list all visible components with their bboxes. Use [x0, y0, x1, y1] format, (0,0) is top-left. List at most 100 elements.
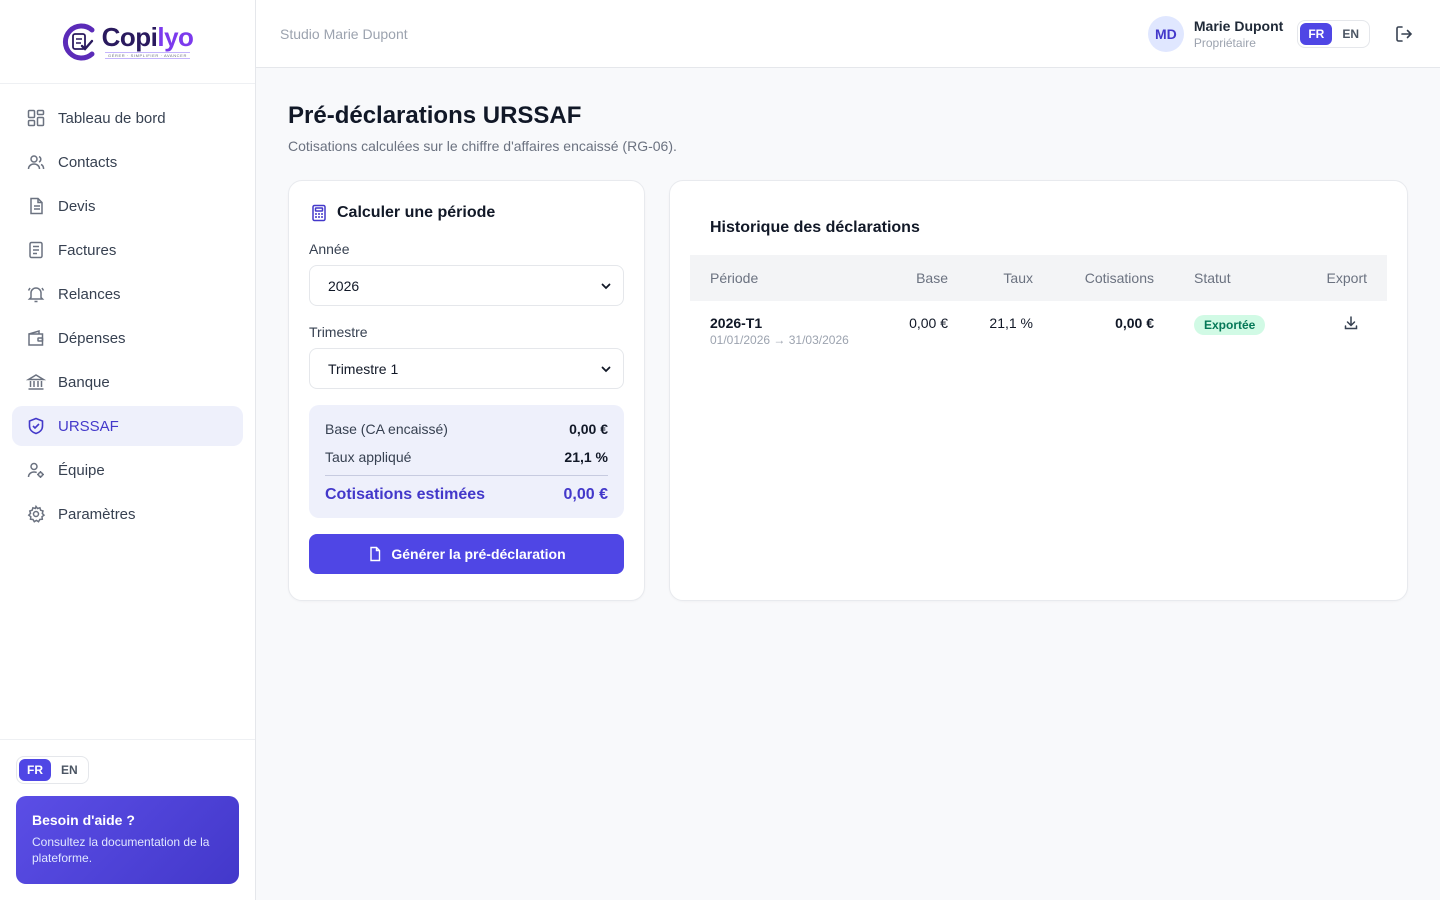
- logout-icon[interactable]: [1392, 22, 1416, 46]
- history-title: Historique des déclarations: [710, 219, 920, 236]
- document-icon: [26, 196, 46, 216]
- calculator-icon: [309, 203, 329, 223]
- top-header: Studio Marie Dupont MD Marie Dupont Prop…: [256, 0, 1440, 68]
- bank-icon: [26, 372, 46, 392]
- col-period: Période: [710, 270, 759, 286]
- sidebar-item-label: Devis: [58, 197, 96, 215]
- sidebar-item-label: Banque: [58, 373, 110, 391]
- shield-icon: [26, 416, 46, 436]
- sidebar-item-parametres[interactable]: Paramètres: [12, 494, 243, 534]
- base-value: 0,00 €: [569, 421, 608, 437]
- calculate-period-card: Calculer une période Année 2026 Trimestr…: [288, 180, 645, 601]
- generate-button-label: Générer la pré-déclaration: [391, 546, 566, 562]
- col-export: Export: [1326, 270, 1367, 286]
- base-row: Base (CA encaissé) 0,00 €: [325, 419, 608, 439]
- generate-declaration-button[interactable]: Générer la pré-déclaration: [309, 534, 624, 574]
- users-icon: [26, 152, 46, 172]
- sidebar-item-dashboard[interactable]: Tableau de bord: [12, 98, 243, 138]
- period-code: 2026-T1: [710, 315, 763, 331]
- calculate-card-title: Calculer une période: [309, 203, 624, 223]
- chevron-down-icon: [599, 279, 613, 293]
- help-title: Besoin d'aide ?: [32, 812, 135, 828]
- header-lang-en-button[interactable]: EN: [1334, 23, 1367, 45]
- total-value: 0,00 €: [563, 486, 608, 503]
- sidebar-item-devis[interactable]: Devis: [12, 186, 243, 226]
- logo-area: Copilyo GÉRER · SIMPLIFIER · AVANCER: [0, 0, 255, 84]
- bell-icon: [26, 284, 46, 304]
- quarter-label: Trimestre: [309, 324, 368, 340]
- table-header-row: Période Base Taux Cotisations Statut Exp…: [690, 255, 1387, 301]
- sidebar-lang-en-button[interactable]: EN: [53, 759, 86, 781]
- year-label: Année: [309, 241, 350, 257]
- sidebar-item-relances[interactable]: Relances: [12, 274, 243, 314]
- sidebar-footer: FR EN Besoin d'aide ? Consultez la docum…: [0, 739, 255, 900]
- brand-name-part2: lyo: [157, 22, 194, 52]
- sidebar-language-switch: FR EN: [16, 756, 89, 784]
- cell-rate: 21,1 %: [989, 315, 1033, 331]
- page-subtitle: Cotisations calculées sur le chiffre d'a…: [288, 138, 677, 154]
- sidebar-item-label: Paramètres: [58, 505, 136, 523]
- invoice-icon: [26, 240, 46, 260]
- sidebar-item-label: Contacts: [58, 153, 118, 171]
- header-lang-fr-button[interactable]: FR: [1300, 22, 1333, 45]
- brand-name-part1: Copi: [101, 22, 158, 52]
- chevron-down-icon: [599, 362, 613, 376]
- year-select[interactable]: 2026: [309, 265, 624, 306]
- brand-tagline: GÉRER · SIMPLIFIER · AVANCER: [105, 52, 190, 59]
- col-rate: Taux: [1003, 270, 1033, 286]
- col-status: Statut: [1194, 270, 1231, 286]
- logo-mark-icon: [62, 22, 98, 62]
- header-language-switch: FR EN: [1297, 19, 1370, 48]
- wallet-icon: [26, 328, 46, 348]
- user-info: Marie Dupont Propriétaire: [1194, 17, 1283, 51]
- user-cog-icon: [26, 460, 46, 480]
- history-table: Période Base Taux Cotisations Statut Exp…: [690, 255, 1387, 347]
- year-select-value: 2026: [328, 277, 360, 294]
- base-label: Base (CA encaissé): [325, 421, 448, 437]
- col-contributions: Cotisations: [1084, 270, 1154, 286]
- sidebar-item-contacts[interactable]: Contacts: [12, 142, 243, 182]
- logo[interactable]: Copilyo GÉRER · SIMPLIFIER · AVANCER: [62, 22, 194, 62]
- settings-icon: [26, 504, 46, 524]
- period-range: 01/01/2026 → 31/03/2026: [710, 333, 849, 347]
- user-role: Propriétaire: [1193, 35, 1256, 50]
- cell-period: 2026-T1 01/01/2026 → 31/03/2026: [690, 301, 870, 347]
- sidebar-item-label: URSSAF: [58, 417, 119, 435]
- estimate-summary: Base (CA encaissé) 0,00 € Taux appliqué …: [309, 405, 624, 518]
- sidebar-item-label: Factures: [58, 241, 117, 259]
- quarter-select-value: Trimestre 1: [328, 360, 399, 377]
- user-name: Marie Dupont: [1193, 17, 1284, 34]
- quarter-select[interactable]: Trimestre 1: [309, 348, 624, 389]
- sidebar-item-factures[interactable]: Factures: [12, 230, 243, 270]
- help-card[interactable]: Besoin d'aide ? Consultez la documentati…: [16, 796, 239, 884]
- sidebar-lang-fr-button[interactable]: FR: [19, 759, 51, 781]
- sidebar-item-label: Équipe: [58, 461, 105, 479]
- sidebar-item-depenses[interactable]: Dépenses: [12, 318, 243, 358]
- download-icon[interactable]: [1343, 315, 1359, 331]
- sidebar-item-label: Relances: [58, 285, 121, 303]
- help-text: Consultez la documentation de la platefo…: [32, 835, 210, 865]
- cell-status: Exportée: [1174, 301, 1295, 347]
- cell-contributions: 0,00 €: [1115, 315, 1154, 331]
- total-row: Cotisations estimées 0,00 €: [325, 475, 608, 504]
- rate-value: 21,1 %: [564, 449, 608, 465]
- grid-icon: [26, 108, 46, 128]
- rate-label: Taux appliqué: [325, 449, 412, 465]
- file-icon: [367, 546, 383, 562]
- page-title: Pré-déclarations URSSAF: [288, 102, 582, 129]
- sidebar-item-equipe[interactable]: Équipe: [12, 450, 243, 490]
- avatar[interactable]: MD: [1147, 15, 1184, 52]
- cell-base: 0,00 €: [909, 315, 948, 331]
- sidebar-nav: Tableau de bord Contacts Devis Factures …: [0, 84, 255, 552]
- table-row: 2026-T1 01/01/2026 → 31/03/2026 0,00 € 2…: [690, 301, 1387, 347]
- rate-row: Taux appliqué 21,1 %: [325, 447, 608, 467]
- sidebar: Copilyo GÉRER · SIMPLIFIER · AVANCER Tab…: [0, 0, 256, 900]
- status-badge: Exportée: [1194, 315, 1266, 335]
- sidebar-item-banque[interactable]: Banque: [12, 362, 243, 402]
- sidebar-item-label: Tableau de bord: [58, 109, 166, 127]
- sidebar-item-urssaf[interactable]: URSSAF: [12, 406, 243, 446]
- sidebar-item-label: Dépenses: [58, 329, 126, 347]
- studio-name: Studio Marie Dupont: [280, 25, 408, 42]
- main-content: Pré-déclarations URSSAF Cotisations calc…: [288, 100, 1408, 601]
- cell-export: [1295, 301, 1387, 347]
